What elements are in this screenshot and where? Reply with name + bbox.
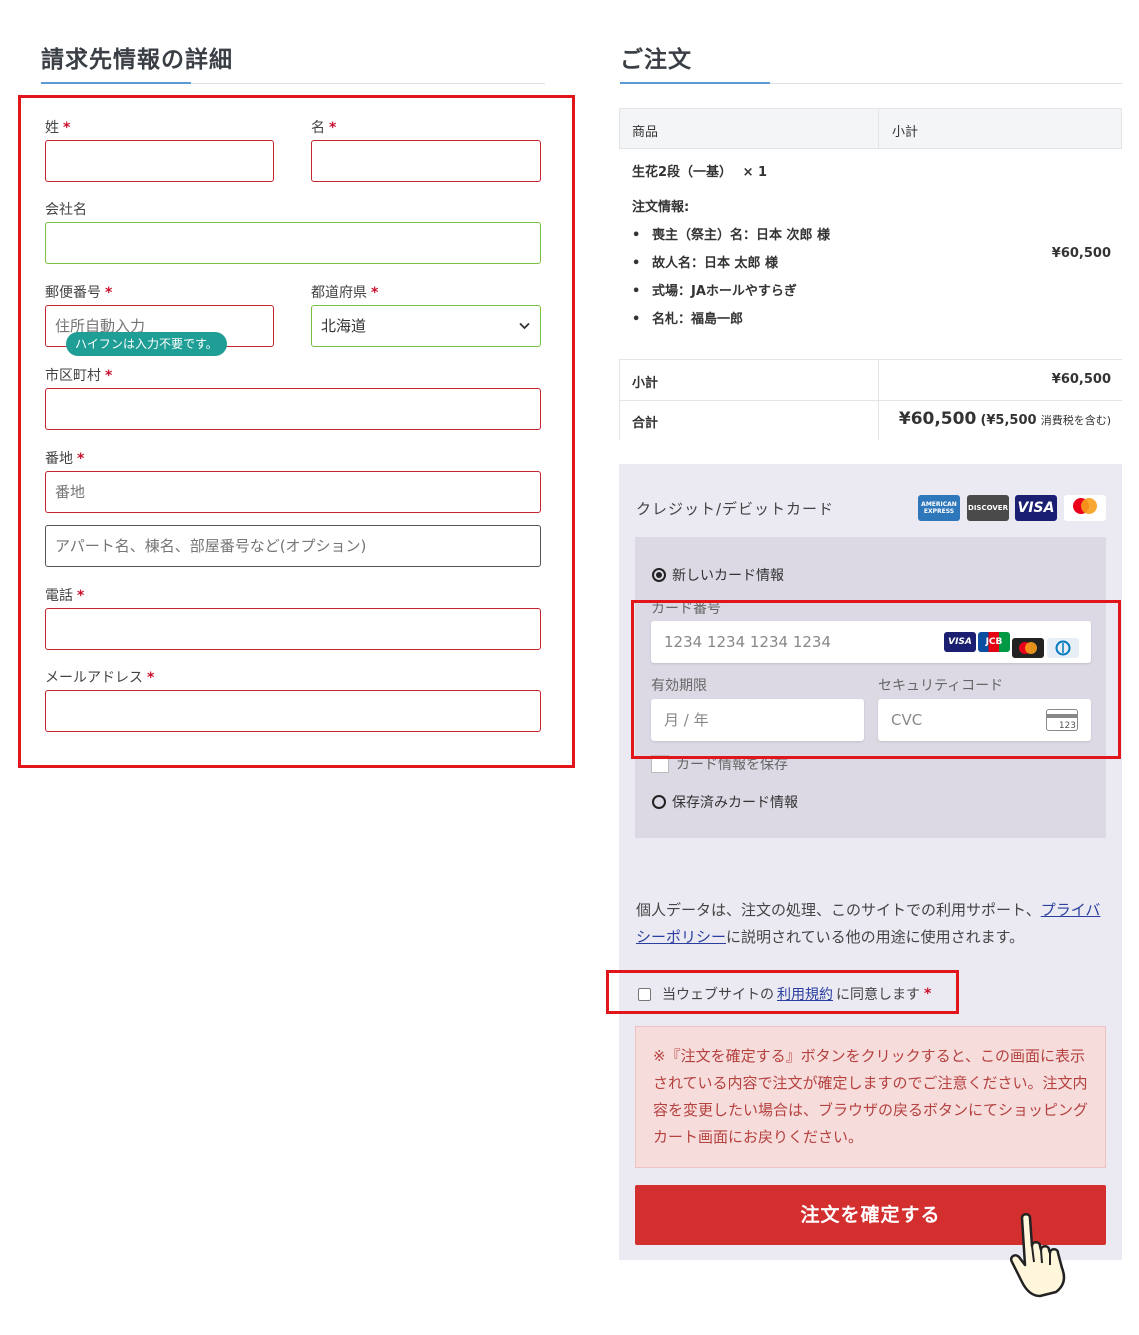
payment-method-label: クレジット/デビットカード (636, 500, 835, 518)
line-total: ¥60,500 (1051, 246, 1111, 261)
list-item: 喪主（祭主）名：日本 次郎 様 (632, 224, 830, 252)
order-title: ご注文 (620, 47, 692, 73)
row-border (878, 360, 879, 440)
chevron-down-icon (519, 322, 530, 330)
new-card-option[interactable]: 新しいカード情報 (652, 565, 784, 585)
tax-amount: ¥5,500 (986, 413, 1037, 428)
list-item: 名札：福島一郎 (632, 308, 830, 336)
terms-link[interactable]: 利用規約 (777, 984, 833, 1004)
address-label: 番地 * (45, 451, 85, 467)
total-value: ¥60,500 (898, 409, 977, 429)
visa-logo-icon: VISA (1015, 495, 1057, 521)
last-name-input[interactable] (45, 140, 274, 182)
row-divider (619, 400, 1122, 401)
total-row: ¥60,500 (¥5,500 消費税を含む) (898, 409, 1111, 429)
first-name-label: 名 * (311, 120, 337, 136)
new-card-label: 新しいカード情報 (672, 568, 784, 584)
billing-title-accent (41, 82, 191, 84)
privacy-text: 個人データは、注文の処理、このサイトでの利用サポート、プライバシーポリシーに説明… (636, 901, 1101, 946)
email-input[interactable] (45, 690, 541, 732)
phone-input[interactable] (45, 608, 541, 650)
radio-unselected-icon[interactable] (652, 795, 666, 809)
tax-note: 消費税を含む) (1040, 414, 1111, 427)
prefecture-label: 都道府県 * (311, 285, 379, 301)
subtotal-label: 小計 (632, 376, 659, 391)
order-notice: ※『注文を確定する』ボタンをクリックすると、この画面に表示されている内容で注文が… (635, 1026, 1106, 1168)
row-border (619, 360, 620, 440)
last-name-label: 姓 * (45, 120, 71, 136)
company-label: 会社名 (45, 202, 87, 218)
order-info-title: 注文情報: (632, 200, 690, 215)
col-subtotal-header: 小計 (892, 125, 919, 140)
discover-logo-icon: DISCOVER (967, 495, 1009, 521)
col-product-header: 商品 (632, 125, 659, 140)
product-row: 生花2段（一基） × 1 (632, 161, 767, 180)
card-fields-highlight-frame (631, 600, 1121, 759)
terms-option[interactable]: 当ウェブサイトの 利用規約 に同意します * (638, 984, 931, 1004)
order-title-accent (620, 82, 770, 84)
radio-selected-icon[interactable] (652, 568, 666, 582)
phone-label: 電話 * (45, 588, 85, 604)
total-label: 合計 (632, 416, 659, 431)
prefecture-value: 北海道 (321, 317, 367, 335)
address2-input[interactable] (45, 525, 541, 567)
city-input[interactable] (45, 388, 541, 430)
first-name-input[interactable] (311, 140, 541, 182)
postcode-tooltip: ハイフンは入力不要です。 (66, 332, 227, 356)
address-input[interactable] (45, 471, 541, 513)
terms-checkbox[interactable] (638, 987, 651, 1001)
amex-logo-icon: AMERICAN EXPRESS (918, 495, 960, 521)
order-table-divider (878, 108, 879, 149)
saved-card-label: 保存済みカード情報 (672, 795, 798, 811)
hand-pointer-icon (1004, 1210, 1090, 1298)
billing-title: 請求先情報の詳細 (41, 47, 233, 73)
mastercard-logo-icon (1064, 495, 1106, 521)
product-name: 生花2段（一基） (632, 165, 733, 180)
order-info-list: 喪主（祭主）名：日本 次郎 様 故人名：日本 太郎 様 式場：JAホールやすらぎ… (632, 224, 830, 336)
company-input[interactable] (45, 222, 541, 264)
product-quantity: × 1 (742, 165, 768, 180)
saved-card-option[interactable]: 保存済みカード情報 (652, 792, 798, 812)
order-table-header (619, 108, 1122, 149)
row-divider (619, 359, 1122, 360)
email-label: メールアドレス * (45, 670, 155, 686)
postcode-label: 郵便番号 * (45, 285, 113, 301)
subtotal-value: ¥60,500 (1051, 372, 1111, 387)
city-label: 市区町村 * (45, 368, 113, 384)
prefecture-select[interactable]: 北海道 (311, 305, 541, 347)
list-item: 故人名：日本 太郎 様 (632, 252, 830, 280)
list-item: 式場：JAホールやすらぎ (632, 280, 830, 308)
